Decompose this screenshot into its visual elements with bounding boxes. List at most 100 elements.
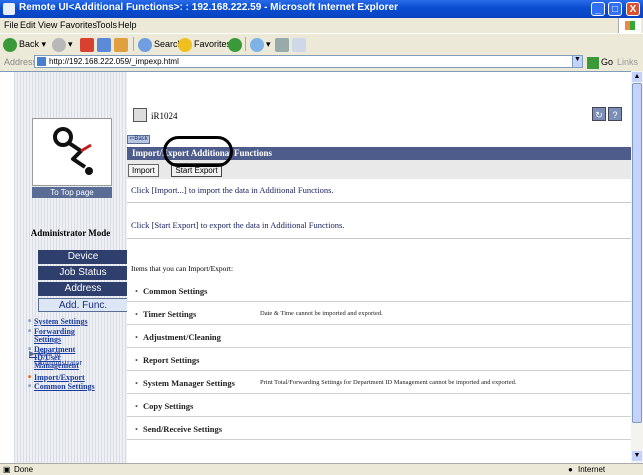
minimize-button[interactable]: _ <box>591 2 605 16</box>
window-title: Remote UI<Additional Functions>: : 192.1… <box>19 2 398 13</box>
divider <box>127 238 631 239</box>
list-item: Adjustment/Cleaning <box>127 325 631 348</box>
item-name: Common Settings <box>135 286 207 296</box>
links-button[interactable]: Links <box>617 57 638 67</box>
scroll-up-arrow-icon[interactable]: ▲ <box>632 72 642 82</box>
refresh-page-icon[interactable]: ↻ <box>592 107 606 121</box>
home-icon <box>114 37 128 52</box>
menu-help[interactable]: Help <box>118 20 137 30</box>
list-item: Common Settings <box>127 279 631 302</box>
stop-icon <box>80 37 94 52</box>
zone-text: Internet <box>578 465 606 474</box>
history-button[interactable] <box>228 36 244 52</box>
menu-view[interactable]: View <box>38 20 57 30</box>
status-bar: ▣ Done ● Internet <box>0 463 643 475</box>
sublink-system-settings[interactable]: System Settings <box>28 318 88 327</box>
remote-ui-logo-icon <box>53 127 93 175</box>
address-label: Address <box>4 57 38 67</box>
stop-button[interactable] <box>80 36 96 52</box>
forward-arrow-icon <box>52 37 66 52</box>
help-icon[interactable]: ? <box>608 107 622 121</box>
item-name: Adjustment/Cleaning <box>135 332 221 342</box>
vertical-scrollbar[interactable]: ▲ ▼ <box>631 71 643 463</box>
internet-zone-icon: ● <box>568 465 573 474</box>
main-content: iR1024 ↻? ⇦Back Import/Export Additional… <box>127 72 631 464</box>
forward-button[interactable]: ▾ <box>52 36 73 52</box>
list-item: Send/Receive Settings <box>127 417 631 440</box>
mail-button[interactable]: ▾ <box>250 36 271 52</box>
menu-tools[interactable]: Tools <box>96 20 117 30</box>
search-button[interactable]: Search <box>138 36 183 52</box>
nav-device-button[interactable]: Device <box>38 250 128 264</box>
sublink-import-export[interactable]: Import/Export <box>28 374 85 383</box>
page-icon <box>37 57 46 66</box>
search-icon <box>138 37 152 52</box>
status-text: Done <box>14 465 34 474</box>
toolbar-separator <box>133 37 134 51</box>
export-instruction: Click [Start Export] to export the data … <box>131 220 345 230</box>
mail-to-admin-link[interactable]: ▶ Mail to Administrator <box>29 349 82 367</box>
back-button[interactable]: Back ▾ <box>3 36 46 52</box>
divider <box>127 202 631 203</box>
item-note: Date & Time cannot be imported and expor… <box>260 310 383 317</box>
item-name: Copy Settings <box>135 401 193 411</box>
list-item: System Manager Settings Print Total/Forw… <box>127 371 631 394</box>
mail-icon <box>250 37 264 52</box>
print-button[interactable] <box>275 36 291 52</box>
admin-mode-label: Administrator Mode <box>30 228 111 238</box>
header-icons: ↻? <box>590 107 622 121</box>
ie-app-icon <box>3 3 15 15</box>
ie-window: Remote UI<Additional Functions>: : 192.1… <box>0 0 643 475</box>
list-item: Copy Settings <box>127 394 631 417</box>
sublink-forwarding-settings[interactable]: Forwarding Settings <box>28 328 76 344</box>
status-page-icon: ▣ <box>3 465 11 474</box>
address-input[interactable]: http://192.168.222.059/_impexp.html <box>34 55 573 68</box>
menu-file[interactable]: File <box>4 20 19 30</box>
item-note: Print Total/Forwarding Settings for Depa… <box>260 379 517 386</box>
refresh-button[interactable] <box>97 36 113 52</box>
item-name: Report Settings <box>135 355 199 365</box>
edit-icon <box>292 37 306 52</box>
item-name: Timer Settings <box>135 309 196 319</box>
back-arrow-icon <box>3 37 17 52</box>
to-top-page-link[interactable]: To Top page <box>32 187 112 198</box>
nav-address-button[interactable]: Address <box>38 282 128 296</box>
list-item: Timer Settings Date & Time cannot be imp… <box>127 302 631 325</box>
windows-logo-icon <box>618 18 641 33</box>
mail-arrow-icon: ▶ <box>29 349 36 358</box>
left-navigation: To Top page Administrator Mode Device Jo… <box>14 72 128 464</box>
printer-icon <box>133 108 147 122</box>
item-name: Send/Receive Settings <box>135 424 222 434</box>
maximize-button[interactable]: □ <box>608 2 622 16</box>
back-link[interactable]: ⇦Back <box>127 135 150 144</box>
menu-edit[interactable]: Edit <box>20 20 36 30</box>
address-dropdown[interactable]: ▼ <box>572 55 583 68</box>
print-icon <box>275 37 289 52</box>
toolbar-separator <box>245 37 246 51</box>
page-viewport: To Top page Administrator Mode Device Jo… <box>0 71 631 464</box>
sublink-common-settings[interactable]: Common Settings <box>28 383 95 392</box>
address-bar: Address http://192.168.222.059/_impexp.h… <box>0 54 643 70</box>
edit-button[interactable] <box>292 36 308 52</box>
device-logo[interactable] <box>32 118 112 186</box>
nav-job-status-button[interactable]: Job Status <box>38 266 128 280</box>
toolbar: Back ▾ ▾ Search Favorites ▾ <box>0 33 643 55</box>
home-button[interactable] <box>114 36 130 52</box>
import-button[interactable]: Import <box>128 164 159 177</box>
refresh-icon <box>97 37 111 52</box>
menu-favorites[interactable]: Favorites <box>60 20 97 30</box>
import-instruction: Click [Import...] to import the data in … <box>131 185 334 195</box>
scroll-down-arrow-icon[interactable]: ▼ <box>632 451 642 461</box>
go-button[interactable]: Go <box>587 55 613 69</box>
go-arrow-icon <box>587 56 599 69</box>
scroll-thumb[interactable] <box>632 83 642 423</box>
history-icon <box>228 37 242 52</box>
star-icon <box>178 37 192 52</box>
address-url: http://192.168.222.059/_impexp.html <box>49 57 179 66</box>
menu-bar: File Edit View Favorites Tools Help <box>0 18 643 32</box>
nav-add-func-button[interactable]: Add. Func. <box>38 298 128 312</box>
device-name: iR1024 <box>151 111 178 121</box>
title-bar: Remote UI<Additional Functions>: : 192.1… <box>0 0 643 18</box>
close-button[interactable]: X <box>626 2 640 16</box>
favorites-button[interactable]: Favorites <box>178 36 231 52</box>
